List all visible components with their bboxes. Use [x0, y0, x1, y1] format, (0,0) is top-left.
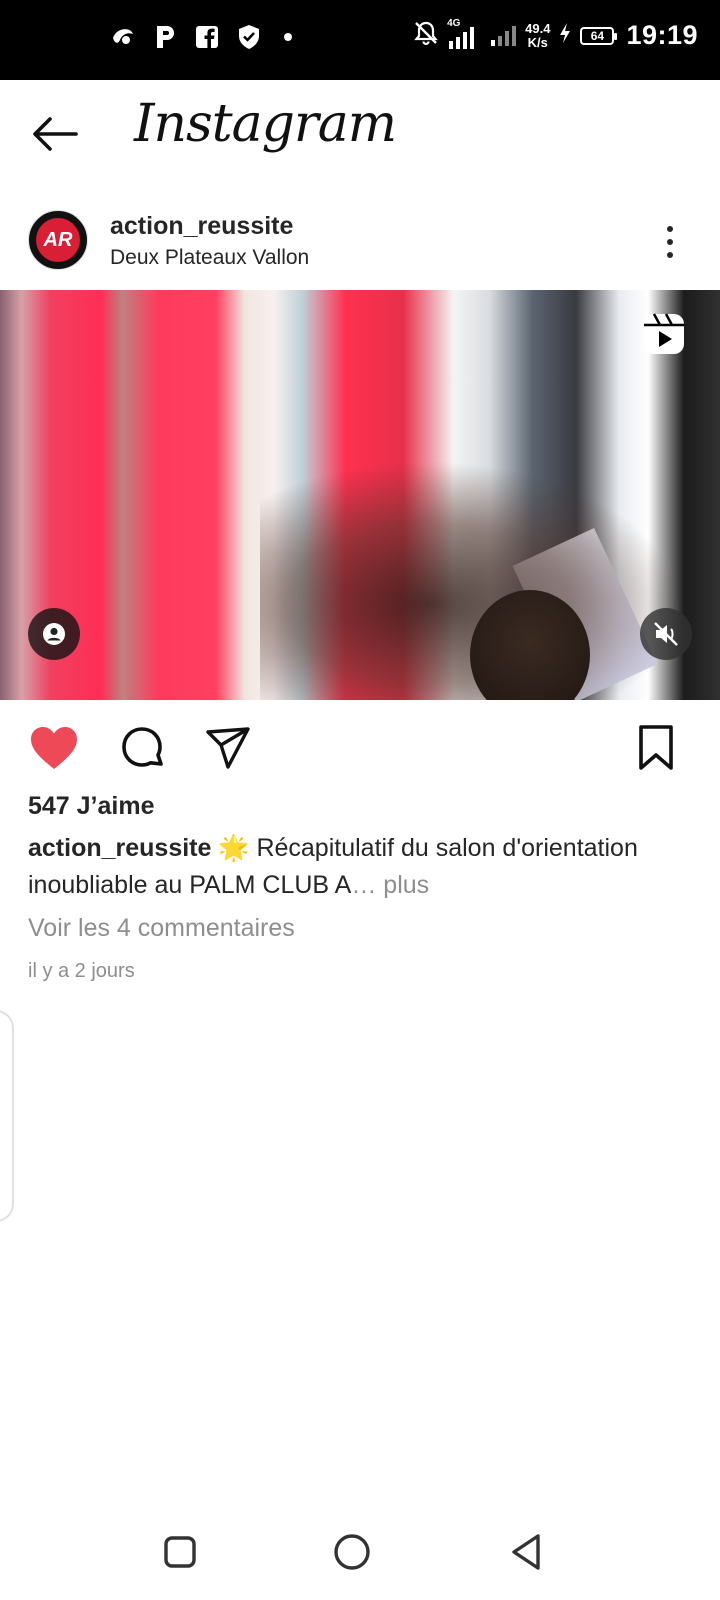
avatar[interactable]: AR	[28, 210, 88, 270]
save-button[interactable]	[630, 722, 682, 774]
caption-more-link[interactable]: plus	[376, 871, 429, 899]
back-nav-button[interactable]	[504, 1530, 548, 1574]
network-type: 4G	[447, 17, 461, 29]
app-header: Instagram	[0, 80, 720, 190]
like-button[interactable]	[28, 722, 80, 774]
triangle-back-icon	[512, 1534, 540, 1570]
app-logo-title: Instagram	[134, 94, 397, 154]
system-navigation-bar	[0, 1500, 720, 1600]
circle-icon	[334, 1534, 370, 1570]
reels-icon	[642, 312, 686, 356]
comment-button[interactable]	[116, 722, 168, 774]
side-panel-handle[interactable]	[0, 1010, 14, 1222]
avatar-logo: AR	[36, 218, 80, 262]
shield-icon	[236, 22, 262, 52]
charging-icon	[558, 22, 572, 49]
post-actions	[0, 700, 720, 790]
back-button[interactable]	[26, 110, 82, 158]
arrow-left-icon	[33, 117, 78, 151]
home-button[interactable]	[330, 1530, 374, 1574]
bookmark-icon	[639, 725, 673, 770]
share-button[interactable]	[202, 722, 254, 774]
facebook-icon	[194, 22, 220, 52]
caption-username[interactable]: action_reussite	[28, 834, 211, 862]
heart-filled-icon	[31, 727, 77, 769]
more-options-button[interactable]	[660, 222, 680, 262]
status-bar: 4G 49.4 K/s 64 19:19	[0, 0, 720, 80]
signal-4g-icon: 4G	[447, 17, 481, 51]
post-timestamp: il y a 2 jours	[28, 960, 135, 982]
recent-apps-button[interactable]	[158, 1530, 202, 1574]
more-notifications-dot	[284, 33, 292, 41]
caption-ellipsis: …	[351, 871, 377, 899]
notification-icons	[110, 22, 292, 52]
mute-button[interactable]	[640, 608, 692, 660]
user-icon	[43, 623, 65, 645]
paper-plane-icon	[206, 727, 250, 769]
signal-icon	[489, 18, 517, 53]
battery-indicator: 64	[580, 26, 618, 45]
post-username[interactable]: action_reussite	[110, 212, 293, 241]
silent-bell-icon	[413, 20, 439, 51]
more-vertical-icon	[667, 226, 673, 232]
post-caption: action_reussite 🌟 Récapitulatif du salon…	[28, 830, 688, 904]
system-status: 4G 49.4 K/s 64 19:19	[413, 18, 698, 53]
likes-count[interactable]: 547 J’aime	[28, 792, 155, 821]
post-video[interactable]	[0, 290, 720, 700]
comment-icon	[122, 727, 163, 767]
volume-off-icon	[654, 622, 678, 646]
app-notification-icon	[110, 22, 136, 52]
parking-app-icon	[152, 22, 178, 52]
post-header: AR action_reussite Deux Plateaux Vallon	[0, 200, 720, 290]
post-location[interactable]: Deux Plateaux Vallon	[110, 246, 309, 270]
tagged-users-button[interactable]	[28, 608, 80, 660]
clock: 19:19	[626, 20, 698, 50]
square-icon	[164, 1536, 196, 1568]
network-speed: 49.4 K/s	[525, 20, 551, 50]
view-comments-link[interactable]: Voir les 4 commentaires	[28, 914, 295, 943]
